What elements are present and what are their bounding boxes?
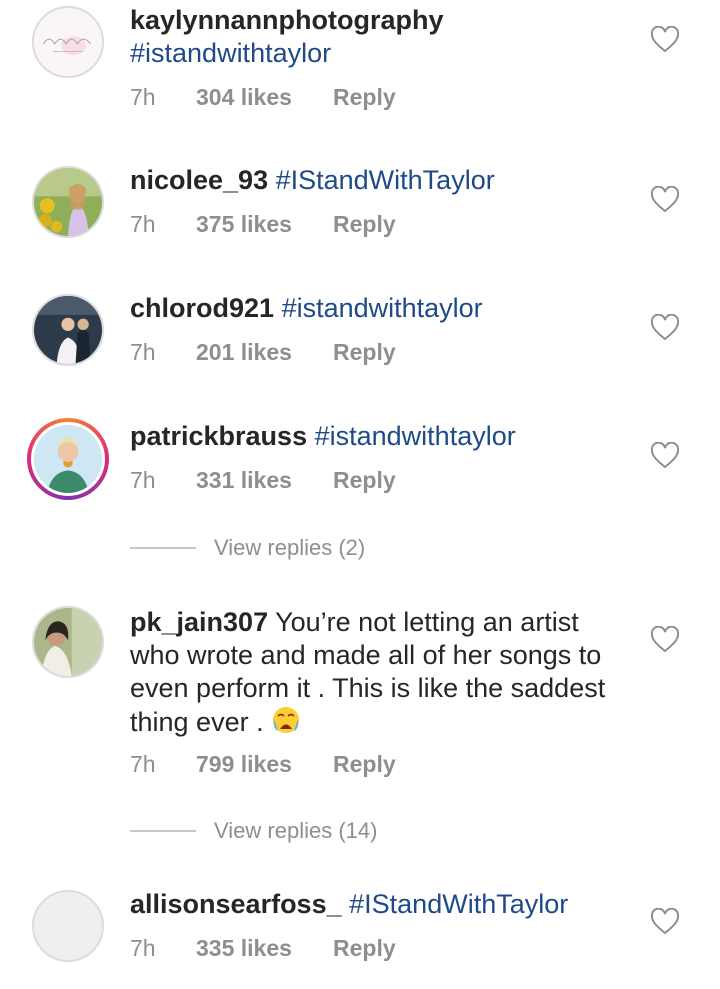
- avatar: [31, 422, 105, 496]
- comment-meta: 7h 201 likes Reply: [130, 339, 396, 366]
- story-ring-avatar[interactable]: [27, 418, 109, 500]
- heart-outline-icon[interactable]: [650, 626, 680, 654]
- username[interactable]: pk_jain307: [130, 607, 268, 637]
- view-replies-label[interactable]: View replies (14): [214, 818, 377, 844]
- photo-avatar-image: [34, 296, 102, 364]
- logo-avatar-image: [34, 8, 102, 76]
- view-replies-link[interactable]: View replies (14): [130, 818, 377, 844]
- reply-button[interactable]: Reply: [333, 211, 396, 238]
- replies-divider: [130, 830, 196, 832]
- hashtag-link[interactable]: #istandwithtaylor: [315, 421, 516, 451]
- username[interactable]: kaylynnannphotography: [130, 5, 444, 35]
- username[interactable]: chlorod921: [130, 293, 274, 323]
- username[interactable]: patrickbrauss: [130, 421, 307, 451]
- avatar[interactable]: [32, 294, 104, 366]
- comment-body: kaylynnannphotography #istandwithtaylor: [130, 4, 630, 70]
- reply-button[interactable]: Reply: [333, 935, 396, 962]
- heart-outline-icon[interactable]: [650, 26, 680, 54]
- avatar[interactable]: [32, 606, 104, 678]
- comment-meta: 7h 335 likes Reply: [130, 935, 396, 962]
- reply-button[interactable]: Reply: [333, 339, 396, 366]
- comment-meta: 7h 331 likes Reply: [130, 467, 396, 494]
- username[interactable]: nicolee_93: [130, 165, 268, 195]
- heart-outline-icon[interactable]: [650, 186, 680, 214]
- comment-text-line: who wrote and made all of her songs to: [130, 640, 602, 670]
- username[interactable]: allisonsearfoss_: [130, 889, 342, 919]
- view-replies-label[interactable]: View replies (2): [214, 535, 365, 561]
- photo-avatar-image: [34, 425, 102, 493]
- reply-button[interactable]: Reply: [333, 751, 396, 778]
- photo-avatar-image: [34, 608, 102, 676]
- comment-meta: 7h 375 likes Reply: [130, 211, 396, 238]
- photo-avatar-image: [34, 168, 102, 236]
- reply-button[interactable]: Reply: [333, 467, 396, 494]
- comment-meta: 7h 799 likes Reply: [130, 751, 396, 778]
- timestamp: 7h: [130, 211, 156, 237]
- default-avatar[interactable]: [32, 890, 104, 962]
- likes-count[interactable]: 375 likes: [196, 211, 333, 238]
- view-replies-link[interactable]: View replies (2): [130, 535, 365, 561]
- likes-count[interactable]: 331 likes: [196, 467, 333, 494]
- heart-outline-icon[interactable]: [650, 442, 680, 470]
- reply-button[interactable]: Reply: [333, 84, 396, 111]
- comment-body: nicolee_93 #IStandWithTaylor: [130, 164, 630, 197]
- hashtag-link[interactable]: #IStandWithTaylor: [276, 165, 495, 195]
- comment-body: patrickbrauss #istandwithtaylor: [130, 420, 630, 453]
- timestamp: 7h: [130, 84, 156, 110]
- timestamp: 7h: [130, 935, 156, 961]
- comment-text-line: even perform it . This is like the sadde…: [130, 673, 606, 703]
- comment-meta: 7h 304 likes Reply: [130, 84, 396, 111]
- likes-count[interactable]: 799 likes: [196, 751, 333, 778]
- hashtag-link[interactable]: #IStandWithTaylor: [349, 889, 568, 919]
- replies-divider: [130, 547, 196, 549]
- avatar[interactable]: [32, 166, 104, 238]
- hashtag-link[interactable]: #istandwithtaylor: [282, 293, 483, 323]
- timestamp: 7h: [130, 467, 156, 493]
- comment-text-line: You’re not letting an artist: [275, 607, 579, 637]
- likes-count[interactable]: 335 likes: [196, 935, 333, 962]
- comment-text-line: thing ever .: [130, 707, 264, 737]
- timestamp: 7h: [130, 339, 156, 365]
- crying-face-emoji-icon: [273, 707, 300, 733]
- heart-outline-icon[interactable]: [650, 908, 680, 936]
- avatar[interactable]: [32, 6, 104, 78]
- timestamp: 7h: [130, 751, 156, 777]
- comment-body: pk_jain307 You’re not letting an artist …: [130, 606, 630, 739]
- likes-count[interactable]: 201 likes: [196, 339, 333, 366]
- heart-outline-icon[interactable]: [650, 314, 680, 342]
- likes-count[interactable]: 304 likes: [196, 84, 333, 111]
- comment-body: allisonsearfoss_ #IStandWithTaylor: [130, 888, 630, 921]
- comment-body: chlorod921 #istandwithtaylor: [130, 292, 630, 325]
- hashtag-link[interactable]: #istandwithtaylor: [130, 38, 331, 68]
